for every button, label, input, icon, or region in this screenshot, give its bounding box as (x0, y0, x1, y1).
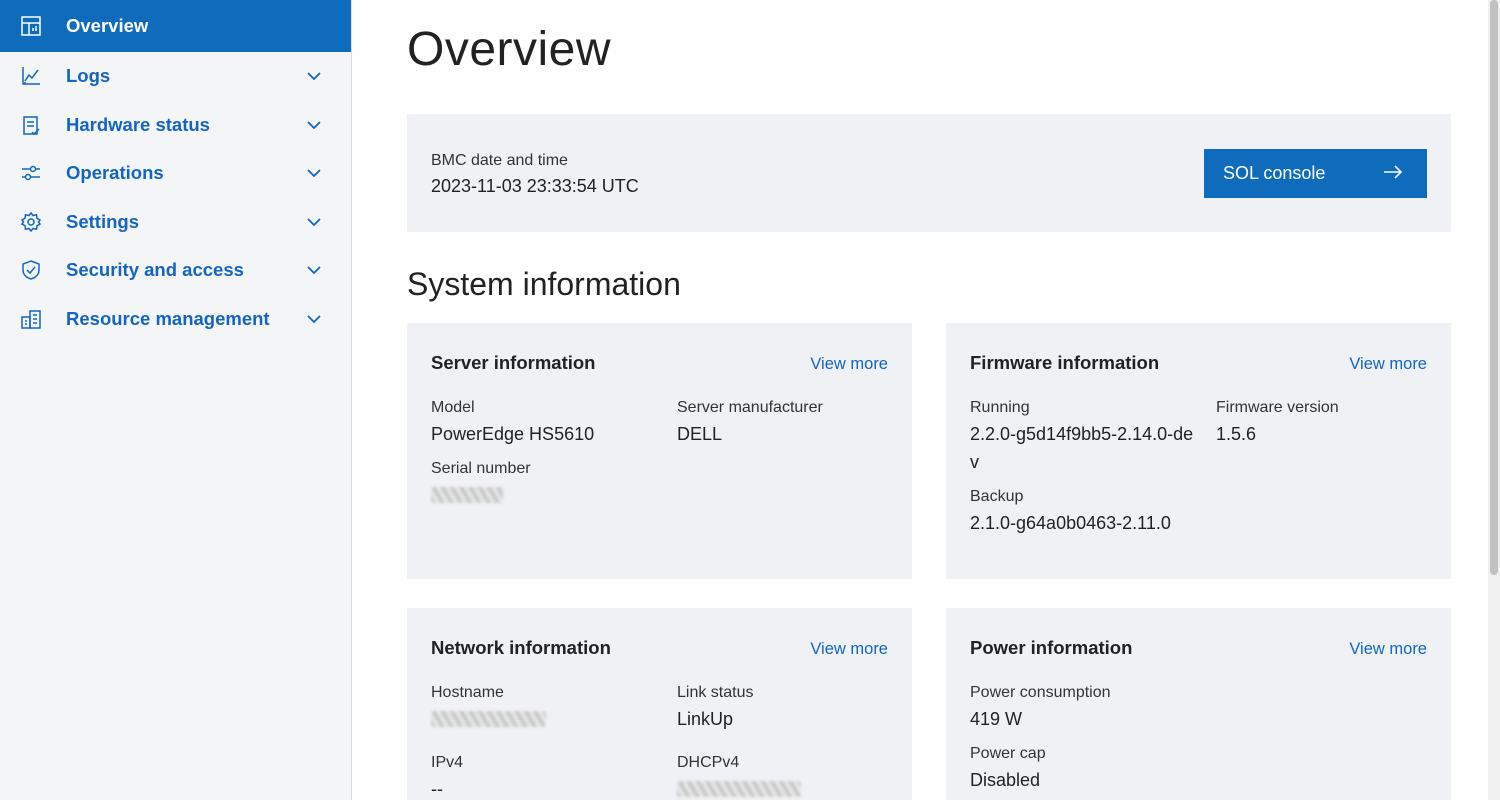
field-value: -- (431, 779, 443, 799)
dashboard-icon (20, 15, 42, 37)
sidebar-item-label: Security and access (66, 259, 244, 281)
sidebar-item-label: Overview (66, 15, 149, 36)
chevron-down-icon (304, 213, 324, 231)
field-label: Firmware version (1216, 399, 1339, 416)
bmc-time-label: BMC date and time (431, 152, 568, 169)
sliders-icon (20, 162, 42, 184)
card-title: Server information (431, 352, 596, 373)
sidebar-item-hardware-status[interactable]: Hardware status (0, 101, 351, 150)
sidebar: Overview Logs Hardware status Operations… (0, 0, 352, 800)
sol-console-button[interactable]: SOL console (1204, 149, 1427, 198)
sidebar-item-security-and-access[interactable]: Security and access (0, 246, 351, 295)
power-cap-field: Power cap Disabled (970, 742, 1190, 794)
resources-icon (20, 308, 42, 330)
field-value: DELL (677, 424, 723, 444)
field-label: Backup (970, 488, 1024, 505)
card-title: Power information (970, 637, 1133, 658)
power-information-card: Power information View more Power consum… (946, 608, 1451, 800)
field-value: LinkUp (677, 709, 734, 729)
sidebar-item-resource-management[interactable]: Resource management (0, 295, 351, 344)
chevron-down-icon (304, 164, 324, 182)
view-more-link[interactable]: View more (810, 355, 888, 374)
field-label: Model (431, 399, 475, 416)
view-more-link[interactable]: View more (810, 640, 888, 659)
chevron-down-icon (304, 310, 324, 328)
field-value: Disabled (970, 770, 1041, 790)
sidebar-item-logs[interactable]: Logs (0, 52, 351, 101)
field-value: 2.1.0-g64a0b0463-2.11.0 (970, 513, 1171, 533)
chevron-down-icon (304, 116, 324, 134)
main-content: Overview BMC date and time 2023-11-03 23… (352, 0, 1488, 800)
section-title: System information (407, 266, 681, 302)
field-label: Power consumption (970, 684, 1111, 701)
field-label: Serial number (431, 460, 531, 477)
redacted-value (677, 781, 801, 797)
field-label: Server manufacturer (677, 399, 823, 416)
shield-icon (20, 259, 42, 281)
scrollbar-track[interactable] (1488, 0, 1500, 800)
link-status-field: Link status LinkUp (677, 681, 897, 733)
arrow-right-icon (1383, 163, 1403, 184)
firmware-version-field: Firmware version 1.5.6 (1216, 396, 1436, 448)
manufacturer-field: Server manufacturer DELL (677, 396, 897, 448)
field-value: 1.5.6 (1216, 424, 1257, 444)
field-label: Power cap (970, 745, 1046, 762)
sidebar-item-overview[interactable]: Overview (0, 0, 351, 52)
field-label: Running (970, 399, 1030, 416)
server-information-card: Server information View more Model Power… (407, 323, 912, 579)
hostname-field: Hostname (431, 681, 651, 727)
sidebar-item-settings[interactable]: Settings (0, 198, 351, 247)
scrollbar-thumb[interactable] (1490, 0, 1498, 575)
power-consumption-field: Power consumption 419 W (970, 681, 1190, 733)
running-field: Running 2.2.0-g5d14f9bb5-2.14.0-dev (970, 396, 1194, 476)
field-value: 419 W (970, 709, 1023, 729)
chart-icon (20, 65, 42, 87)
sol-console-label: SOL console (1223, 163, 1326, 183)
page-title: Overview (407, 23, 612, 76)
ipv4-field: IPv4 -- (431, 751, 651, 800)
bmc-time-panel: BMC date and time 2023-11-03 23:33:54 UT… (407, 114, 1451, 232)
backup-field: Backup 2.1.0-g64a0b0463-2.11.0 (970, 485, 1230, 537)
field-label: IPv4 (431, 754, 464, 771)
card-title: Network information (431, 637, 611, 658)
bmc-time-value: 2023-11-03 23:33:54 UTC (431, 176, 639, 196)
serial-number-field: Serial number (431, 457, 651, 503)
chevron-down-icon (304, 67, 324, 85)
redacted-value (431, 487, 503, 503)
field-value: PowerEdge HS5610 (431, 424, 595, 444)
view-more-link[interactable]: View more (1349, 640, 1427, 659)
field-label: Link status (677, 684, 754, 701)
field-label: Hostname (431, 684, 504, 701)
redacted-value (431, 711, 546, 727)
dhcpv4-field: DHCPv4 (677, 751, 897, 797)
gear-icon (20, 211, 42, 233)
sidebar-item-label: Hardware status (66, 113, 210, 135)
network-information-card: Network information View more Hostname L… (407, 608, 912, 800)
card-title: Firmware information (970, 352, 1160, 373)
sidebar-item-label: Operations (66, 162, 164, 184)
sidebar-item-label: Logs (66, 65, 111, 87)
firmware-information-card: Firmware information View more Running 2… (946, 323, 1451, 579)
sidebar-item-label: Settings (66, 210, 139, 232)
clipboard-icon (20, 114, 42, 136)
sidebar-item-operations[interactable]: Operations (0, 149, 351, 198)
model-field: Model PowerEdge HS5610 (431, 396, 651, 448)
view-more-link[interactable]: View more (1349, 355, 1427, 374)
field-label: DHCPv4 (677, 754, 740, 771)
sidebar-item-label: Resource management (66, 307, 270, 329)
field-value: 2.2.0-g5d14f9bb5-2.14.0-dev (970, 424, 1194, 472)
chevron-down-icon (304, 261, 324, 279)
